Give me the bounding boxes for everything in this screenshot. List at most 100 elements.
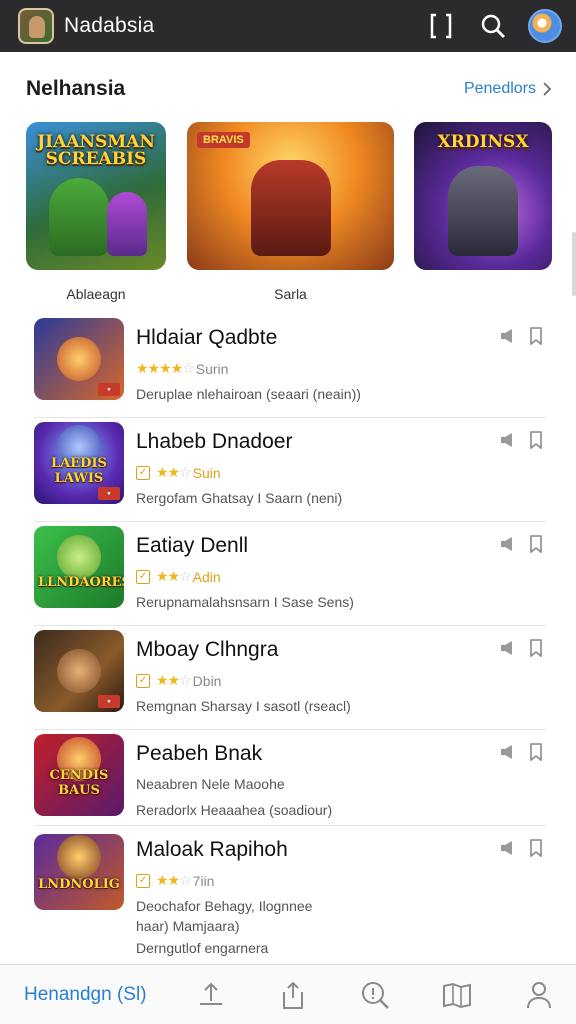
bookmark-icon[interactable] [526,326,546,346]
character-art [57,834,101,879]
list-item[interactable]: CENDIS BAUS Peabeh Bnak Neaabren Nele Ma… [34,730,546,826]
app-description: Remgnan Sharsay I sasotl (rseacl) [136,698,351,714]
nav-icons [194,978,556,1012]
app-thumbnail: ▪ [34,630,124,712]
app-title: Maloak Rapihoh [136,838,288,861]
app-logo-icon[interactable] [18,8,54,44]
megaphone-icon[interactable] [498,638,518,658]
character-art [57,649,101,693]
row-actions [498,838,546,858]
row-actions [498,326,546,346]
list-item[interactable]: LNDNOLIG Maloak Rapihoh ✓ ★★☆ 7iin Deoch… [34,826,546,966]
app-title: Nadabsia [64,14,155,37]
app-thumbnail: LLNDAORES [34,526,124,608]
featured-card[interactable]: JIAANSMAN SCREABIS Ablaeagn [26,122,166,302]
row-actions [498,430,546,450]
featured-art: XRDINSX [414,122,552,270]
star-rating-icon: ★★☆ [156,872,192,888]
row-actions [498,742,546,762]
rating-text: Adin [192,568,221,585]
app-thumbnail: ▪ [34,318,124,400]
hero-figure [49,178,110,256]
app-description: Reradorlx Heaaahea (soadiour) [136,802,333,818]
star-rating-icon: ★★☆ [156,672,192,688]
app-rating: ✓ ★★☆ Adin [136,568,221,585]
rating-text: 7iin [192,872,215,889]
list-item[interactable]: ▪ Mboay Clhngra ✓ ★★☆ Dbin Remgnan Shars… [34,626,546,730]
featured-banner: XRDINSX [437,132,529,152]
megaphone-icon[interactable] [498,534,518,554]
app-title: Lhabeb Dnadoer [136,430,293,453]
app-title: Hldaiar Qadbte [136,326,278,349]
app-list: ▪ Hldaiar Qadbte ★★★★☆ Surin Deruplae nl… [34,314,546,966]
chevron-right-icon [543,82,552,96]
app-title: Mboay Clhngra [136,638,279,661]
star-rating-icon: ★★☆ [156,568,192,584]
featured-card[interactable]: BRAVIS Sarla [187,122,394,302]
featured-label: Ablaeagn [66,286,126,302]
app-title: Eatiay Denll [136,534,249,557]
bottom-navigation: Henandgn (Sl) [0,964,576,1024]
see-all-link[interactable]: Penedlors [464,80,552,98]
hero-figure [250,160,331,256]
corner-badge: ▪ [98,487,120,500]
bookmark-icon[interactable] [526,838,546,858]
section-header: Nelhansia Penedlors [26,74,552,104]
app-thumbnail-word: LLNDAORES [38,575,124,590]
bracket-icon[interactable] [424,9,458,43]
see-all-label: Penedlors [463,80,536,97]
upload-icon[interactable] [194,978,228,1012]
app-description: Deochafor Behagy, Ilognnee haar) Mamjaar… [136,898,313,934]
app-thumbnail: LNDNOLIG [34,834,124,910]
list-item[interactable]: LLNDAORES Eatiay Denll ✓ ★★☆ Adin Rerupn… [34,522,546,626]
book-icon[interactable] [440,978,474,1012]
app-description: Deruplae nlehairoan (seaari (neain)) [136,386,361,402]
character-art [57,535,101,580]
top-app-bar: Nadabsia [0,0,576,52]
search-icon[interactable] [476,9,510,43]
check-icon: ✓ [136,673,150,688]
hero-figure [448,166,518,256]
check-icon: ✓ [136,465,150,480]
app-thumbnail: LAEDIS LAWIS ▪ [34,422,124,504]
bookmark-icon[interactable] [526,742,546,762]
carousel-scroll-indicator [572,232,576,296]
hero-figure [106,192,147,256]
app-rating: ✓ ★★☆ Suin [136,464,221,481]
app-rating: ★★★★☆ Surin [136,360,228,377]
list-item[interactable]: LAEDIS LAWIS ▪ Lhabeb Dnadoer ✓ ★★☆ Suin… [34,418,546,522]
check-icon: ✓ [136,569,150,584]
featured-carousel: JIAANSMAN SCREABIS Ablaeagn BRAVIS Sarla… [26,122,576,302]
bookmark-icon[interactable] [526,430,546,450]
character-art [57,337,101,381]
featured-card[interactable]: XRDINSX [414,122,554,286]
search-icon[interactable] [358,978,392,1012]
content-panel: Nelhansia Penedlors JIAANSMAN SCREABIS A… [0,52,576,964]
topbar-actions [424,9,562,43]
megaphone-icon[interactable] [498,742,518,762]
app-thumbnail-word: CENDIS BAUS [49,768,109,798]
profile-icon[interactable] [522,978,556,1012]
app-subtitle: Neaabren Nele Maoohe [136,776,285,792]
bookmark-icon[interactable] [526,638,546,658]
corner-badge: ▪ [98,695,120,708]
star-rating-icon: ★★★★☆ [136,360,195,376]
megaphone-icon[interactable] [498,838,518,858]
share-icon[interactable] [276,978,310,1012]
featured-label: Sarla [274,286,307,302]
app-rating: ✓ ★★☆ 7iin [136,872,214,889]
megaphone-icon[interactable] [498,430,518,450]
check-icon: ✓ [136,873,150,888]
star-rating-icon: ★★☆ [156,464,192,480]
bookmark-icon[interactable] [526,534,546,554]
app-thumbnail: CENDIS BAUS [34,734,124,816]
featured-art: BRAVIS [187,122,394,270]
rating-text: Surin [195,360,229,377]
list-item[interactable]: ▪ Hldaiar Qadbte ★★★★☆ Surin Deruplae nl… [34,314,546,418]
section-title: Nelhansia [26,77,126,100]
nav-current-label[interactable]: Henandgn (Sl) [24,984,147,1006]
megaphone-icon[interactable] [498,326,518,346]
profile-avatar[interactable] [528,9,562,43]
app-description: Rergofam Ghatsay I Saarn (neni) [136,490,343,506]
app-secondary-description: Derngutlof engarnera [136,940,269,956]
